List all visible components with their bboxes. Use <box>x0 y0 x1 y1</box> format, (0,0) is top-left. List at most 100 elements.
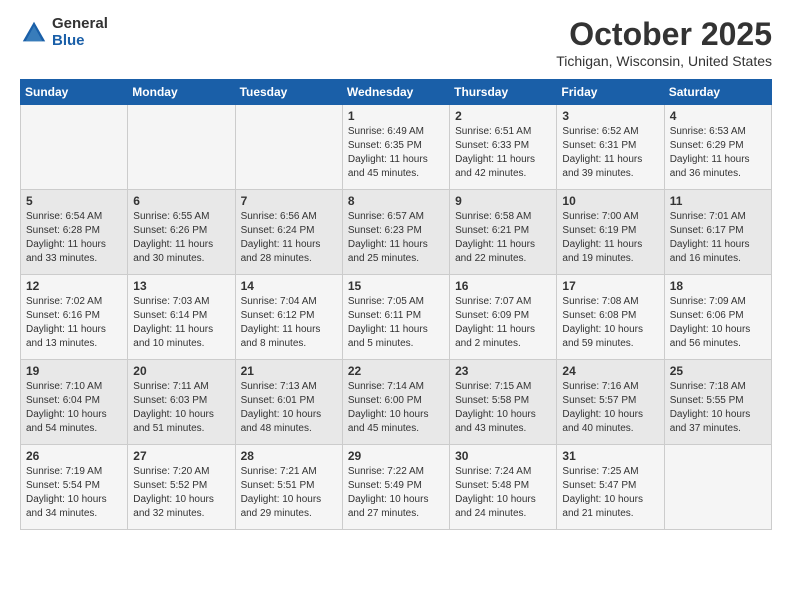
calendar-week-row: 5 Sunrise: 6:54 AM Sunset: 6:28 PM Daylig… <box>21 190 772 275</box>
day-number: 11 <box>670 194 766 208</box>
logo-icon <box>20 19 48 47</box>
cell-content: Sunrise: 6:55 AM Sunset: 6:26 PM Dayligh… <box>133 210 229 266</box>
weekday-header: Thursday <box>450 80 557 105</box>
page-header: General Blue October 2025 Tichigan, Wisc… <box>20 16 772 69</box>
cell-content: Sunrise: 7:02 AM Sunset: 6:16 PM Dayligh… <box>26 295 122 351</box>
title-block: October 2025 Tichigan, Wisconsin, United… <box>556 16 772 69</box>
calendar-cell <box>128 105 235 190</box>
cell-content: Sunrise: 6:54 AM Sunset: 6:28 PM Dayligh… <box>26 210 122 266</box>
calendar-cell: 2 Sunrise: 6:51 AM Sunset: 6:33 PM Daylig… <box>450 105 557 190</box>
calendar-cell: 9 Sunrise: 6:58 AM Sunset: 6:21 PM Daylig… <box>450 190 557 275</box>
day-number: 1 <box>348 109 444 123</box>
calendar-cell: 6 Sunrise: 6:55 AM Sunset: 6:26 PM Daylig… <box>128 190 235 275</box>
calendar-cell: 10Sunrise: 7:00 AM Sunset: 6:19 PM Dayli… <box>557 190 664 275</box>
calendar-cell: 18 Sunrise: 7:09 AM Sunset: 6:06 PM Dayli… <box>664 275 771 360</box>
calendar-cell: 27 Sunrise: 7:20 AM Sunset: 5:52 PM Dayli… <box>128 445 235 530</box>
day-number: 16 <box>455 279 551 293</box>
day-number: 26 <box>26 449 122 463</box>
day-number: 28 <box>241 449 337 463</box>
day-number: 12 <box>26 279 122 293</box>
calendar-cell: 5 Sunrise: 6:54 AM Sunset: 6:28 PM Daylig… <box>21 190 128 275</box>
day-number: 2 <box>455 109 551 123</box>
calendar-cell: 29Sunrise: 7:22 AM Sunset: 5:49 PM Dayli… <box>342 445 449 530</box>
calendar-cell: 16 Sunrise: 7:07 AM Sunset: 6:09 PM Dayli… <box>450 275 557 360</box>
calendar-cell: 1 Sunrise: 6:49 AM Sunset: 6:35 PM Daylig… <box>342 105 449 190</box>
cell-content: Sunrise: 7:20 AM Sunset: 5:52 PM Dayligh… <box>133 465 229 521</box>
cell-content: Sunrise: 7:11 AM Sunset: 6:03 PM Dayligh… <box>133 380 229 436</box>
calendar-table: SundayMondayTuesdayWednesdayThursdayFrid… <box>20 79 772 530</box>
calendar-cell: 31 Sunrise: 7:25 AM Sunset: 5:47 PM Dayli… <box>557 445 664 530</box>
calendar-cell: 7 Sunrise: 6:56 AM Sunset: 6:24 PM Daylig… <box>235 190 342 275</box>
cell-content: Sunrise: 7:04 AM Sunset: 6:12 PM Dayligh… <box>241 295 337 351</box>
calendar-week-row: 26 Sunrise: 7:19 AM Sunset: 5:54 PM Dayli… <box>21 445 772 530</box>
day-number: 27 <box>133 449 229 463</box>
cell-content: Sunrise: 7:15 AM Sunset: 5:58 PM Dayligh… <box>455 380 551 436</box>
calendar-cell <box>235 105 342 190</box>
cell-content: Sunrise: 7:05 AM Sunset: 6:11 PM Dayligh… <box>348 295 444 351</box>
cell-content: Sunrise: 6:53 AM Sunset: 6:29 PM Dayligh… <box>670 125 766 181</box>
day-number: 22 <box>348 364 444 378</box>
cell-content: Sunrise: 7:13 AM Sunset: 6:01 PM Dayligh… <box>241 380 337 436</box>
day-number: 24 <box>562 364 658 378</box>
cell-content: Sunrise: 6:51 AM Sunset: 6:33 PM Dayligh… <box>455 125 551 181</box>
cell-content: Sunrise: 7:03 AM Sunset: 6:14 PM Dayligh… <box>133 295 229 351</box>
cell-content: Sunrise: 7:24 AM Sunset: 5:48 PM Dayligh… <box>455 465 551 521</box>
calendar-cell: 22 Sunrise: 7:14 AM Sunset: 6:00 PM Dayli… <box>342 360 449 445</box>
calendar-cell: 13 Sunrise: 7:03 AM Sunset: 6:14 PM Dayli… <box>128 275 235 360</box>
calendar-cell: 3 Sunrise: 6:52 AM Sunset: 6:31 PM Daylig… <box>557 105 664 190</box>
day-number: 21 <box>241 364 337 378</box>
calendar-week-row: 19 Sunrise: 7:10 AM Sunset: 6:04 PM Dayli… <box>21 360 772 445</box>
calendar-cell <box>21 105 128 190</box>
cell-content: Sunrise: 6:57 AM Sunset: 6:23 PM Dayligh… <box>348 210 444 266</box>
day-number: 31 <box>562 449 658 463</box>
cell-content: Sunrise: 7:10 AM Sunset: 6:04 PM Dayligh… <box>26 380 122 436</box>
calendar-cell: 4 Sunrise: 6:53 AM Sunset: 6:29 PM Daylig… <box>664 105 771 190</box>
cell-content: Sunrise: 6:58 AM Sunset: 6:21 PM Dayligh… <box>455 210 551 266</box>
cell-content: Sunrise: 7:25 AM Sunset: 5:47 PM Dayligh… <box>562 465 658 521</box>
cell-content: Sunrise: 7:21 AM Sunset: 5:51 PM Dayligh… <box>241 465 337 521</box>
cell-content: Sunrise: 6:49 AM Sunset: 6:35 PM Dayligh… <box>348 125 444 181</box>
calendar-week-row: 12 Sunrise: 7:02 AM Sunset: 6:16 PM Dayli… <box>21 275 772 360</box>
calendar-cell: 24Sunrise: 7:16 AM Sunset: 5:57 PM Dayli… <box>557 360 664 445</box>
cell-content: Sunrise: 7:19 AM Sunset: 5:54 PM Dayligh… <box>26 465 122 521</box>
calendar-cell: 20Sunrise: 7:11 AM Sunset: 6:03 PM Dayli… <box>128 360 235 445</box>
calendar-cell <box>664 445 771 530</box>
calendar-cell: 19 Sunrise: 7:10 AM Sunset: 6:04 PM Dayli… <box>21 360 128 445</box>
location-text: Tichigan, Wisconsin, United States <box>556 53 772 69</box>
cell-content: Sunrise: 7:22 AM Sunset: 5:49 PM Dayligh… <box>348 465 444 521</box>
cell-content: Sunrise: 7:07 AM Sunset: 6:09 PM Dayligh… <box>455 295 551 351</box>
cell-content: Sunrise: 6:56 AM Sunset: 6:24 PM Dayligh… <box>241 210 337 266</box>
calendar-cell: 8 Sunrise: 6:57 AM Sunset: 6:23 PM Daylig… <box>342 190 449 275</box>
cell-content: Sunrise: 7:14 AM Sunset: 6:00 PM Dayligh… <box>348 380 444 436</box>
day-number: 18 <box>670 279 766 293</box>
day-number: 15 <box>348 279 444 293</box>
calendar-cell: 30Sunrise: 7:24 AM Sunset: 5:48 PM Dayli… <box>450 445 557 530</box>
day-number: 5 <box>26 194 122 208</box>
calendar-cell: 25 Sunrise: 7:18 AM Sunset: 5:55 PM Dayli… <box>664 360 771 445</box>
day-number: 9 <box>455 194 551 208</box>
day-number: 10 <box>562 194 658 208</box>
day-number: 25 <box>670 364 766 378</box>
day-number: 19 <box>26 364 122 378</box>
cell-content: Sunrise: 7:18 AM Sunset: 5:55 PM Dayligh… <box>670 380 766 436</box>
day-number: 23 <box>455 364 551 378</box>
calendar-week-row: 1 Sunrise: 6:49 AM Sunset: 6:35 PM Daylig… <box>21 105 772 190</box>
calendar-cell: 28 Sunrise: 7:21 AM Sunset: 5:51 PM Dayli… <box>235 445 342 530</box>
day-number: 13 <box>133 279 229 293</box>
logo-text: General Blue <box>52 16 108 49</box>
calendar-cell: 12 Sunrise: 7:02 AM Sunset: 6:16 PM Dayli… <box>21 275 128 360</box>
day-number: 14 <box>241 279 337 293</box>
calendar-cell: 15 Sunrise: 7:05 AM Sunset: 6:11 PM Dayli… <box>342 275 449 360</box>
cell-content: Sunrise: 7:09 AM Sunset: 6:06 PM Dayligh… <box>670 295 766 351</box>
weekday-header: Tuesday <box>235 80 342 105</box>
day-number: 4 <box>670 109 766 123</box>
day-number: 6 <box>133 194 229 208</box>
cell-content: Sunrise: 6:52 AM Sunset: 6:31 PM Dayligh… <box>562 125 658 181</box>
calendar-cell: 14 Sunrise: 7:04 AM Sunset: 6:12 PM Dayli… <box>235 275 342 360</box>
calendar-cell: 23 Sunrise: 7:15 AM Sunset: 5:58 PM Dayli… <box>450 360 557 445</box>
day-number: 8 <box>348 194 444 208</box>
month-title: October 2025 <box>556 16 772 53</box>
weekday-header: Wednesday <box>342 80 449 105</box>
day-number: 3 <box>562 109 658 123</box>
day-number: 7 <box>241 194 337 208</box>
